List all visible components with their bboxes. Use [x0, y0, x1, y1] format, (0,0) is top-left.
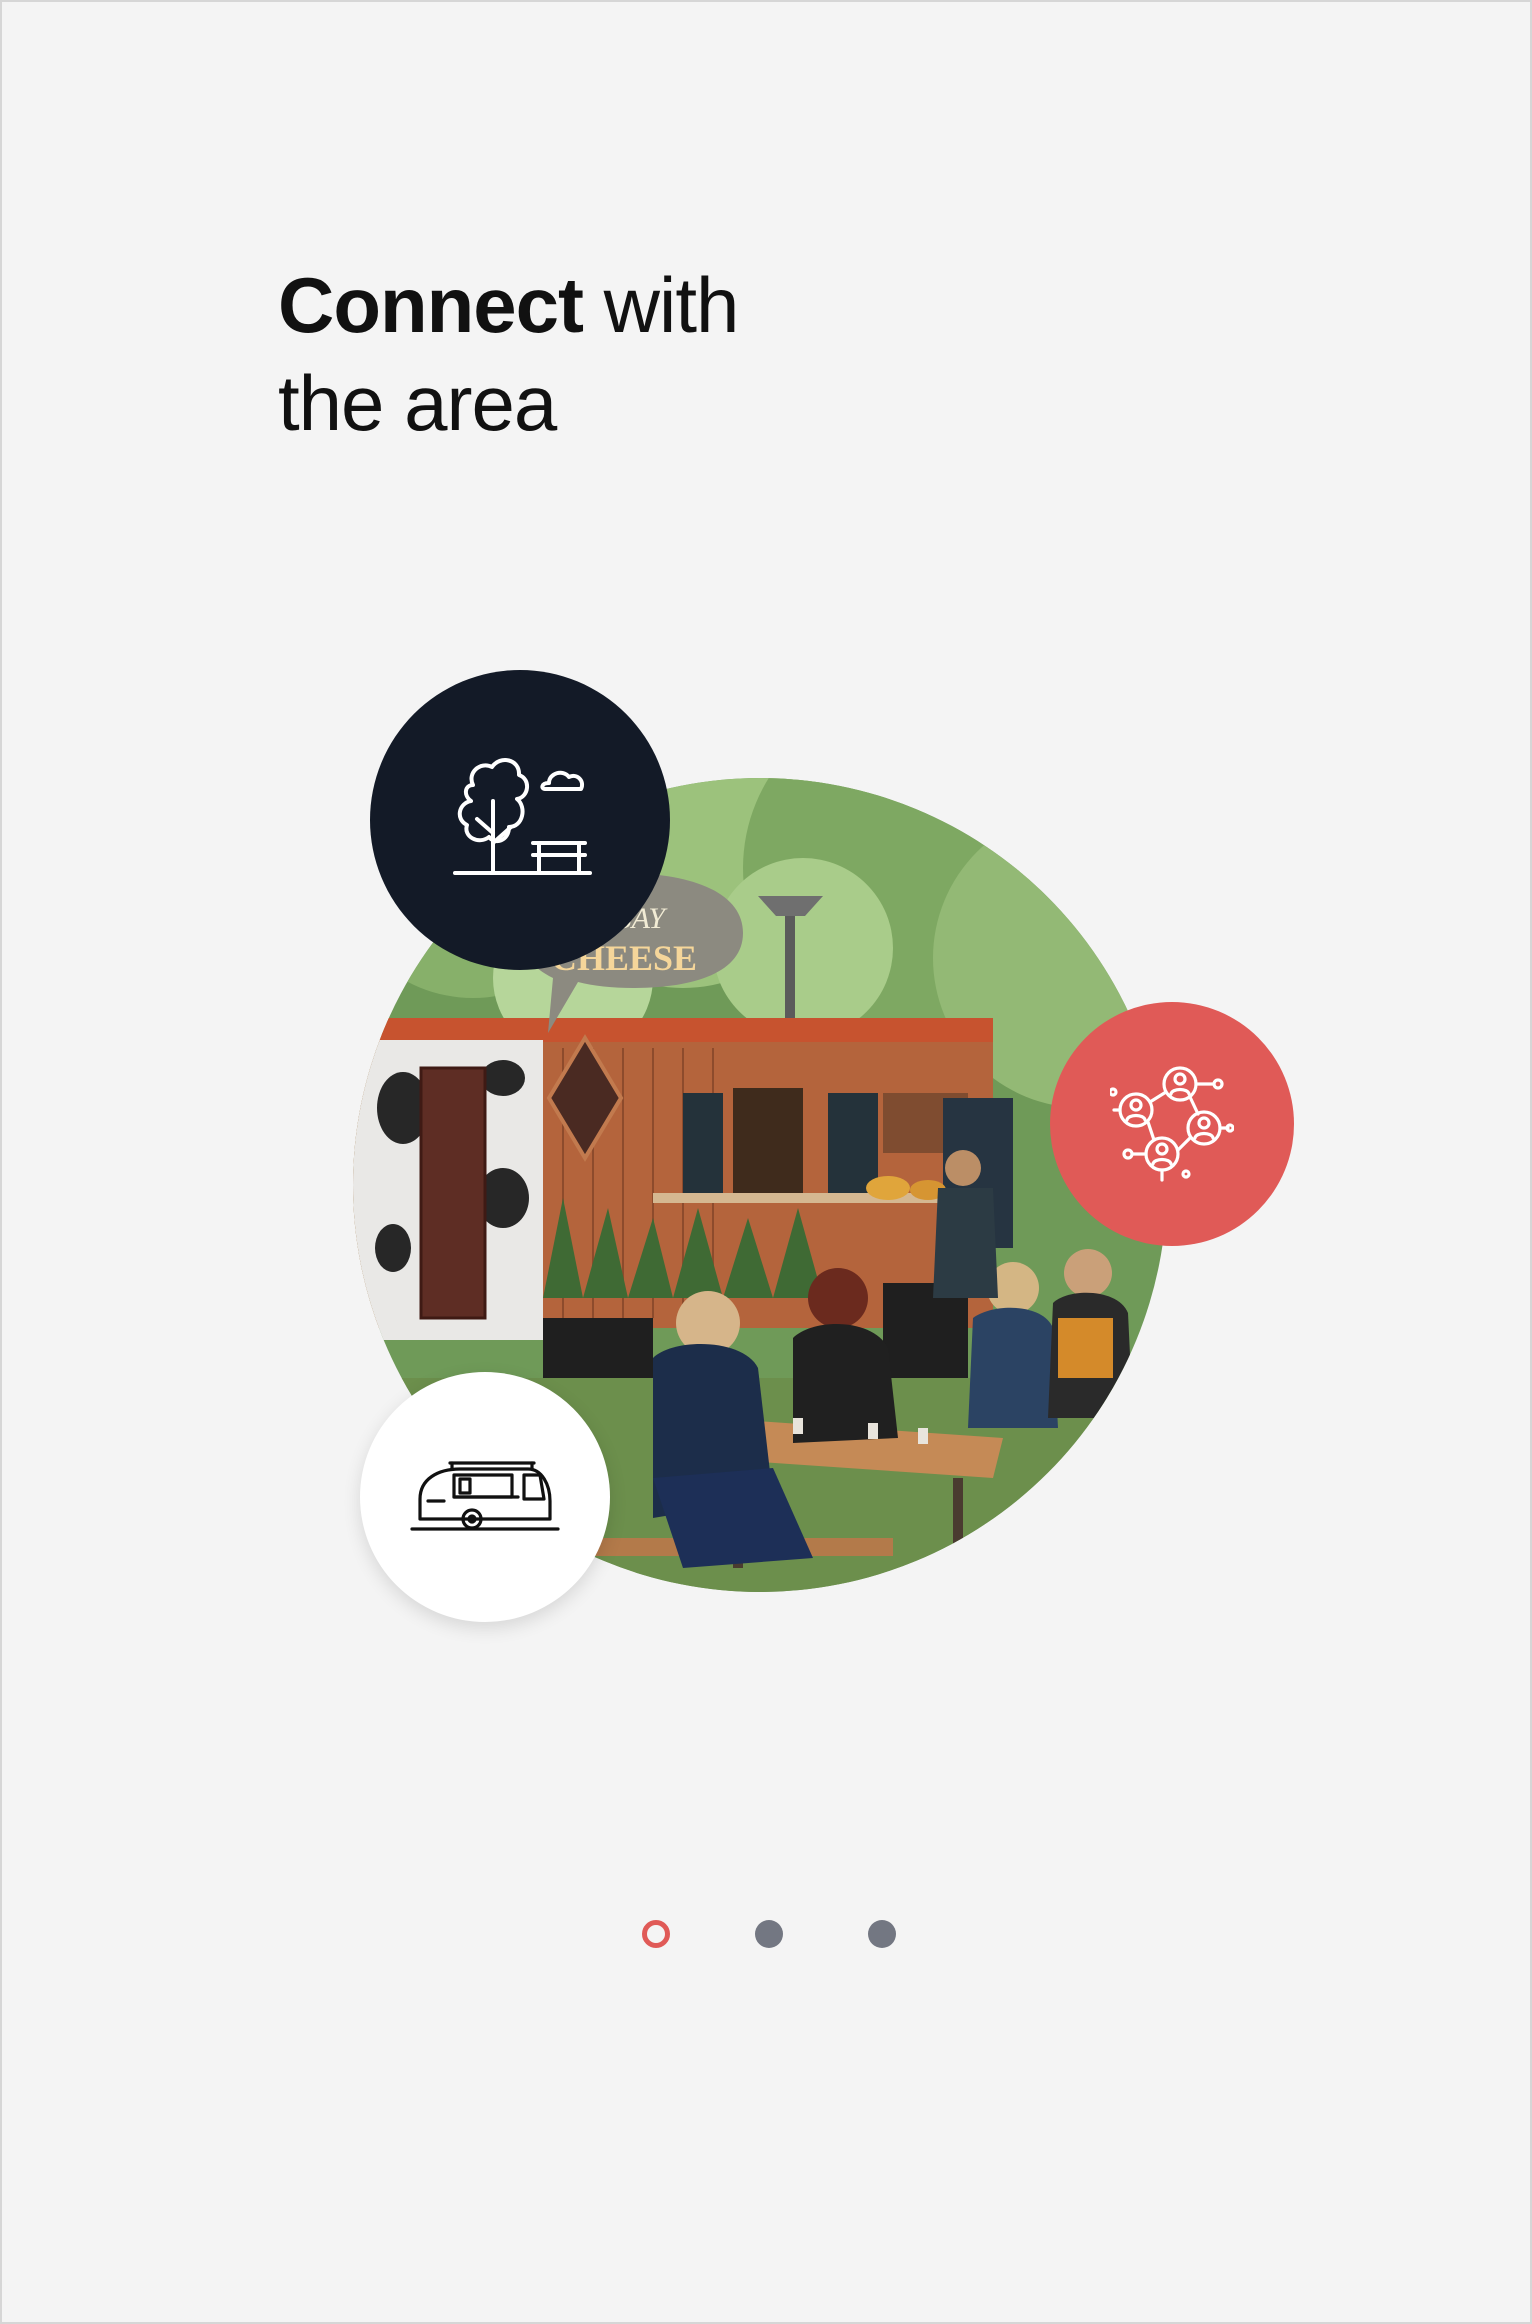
network-icon	[1110, 1066, 1234, 1182]
pager-dot-3[interactable]	[868, 1920, 896, 1948]
title-bold: Connect	[278, 261, 584, 349]
food-truck-bubble	[360, 1372, 610, 1622]
page-title: Connect with the area	[278, 256, 740, 452]
title-rest: with	[583, 261, 740, 349]
network-bubble	[1050, 1002, 1294, 1246]
park-bubble	[370, 670, 670, 970]
pager-dot-2[interactable]	[755, 1920, 783, 1948]
pager-dots	[2, 1920, 1532, 1950]
title-line-1: Connect with	[278, 256, 740, 354]
pager-dot-1-active[interactable]	[642, 1920, 670, 1948]
food-truck-icon	[410, 1461, 560, 1531]
onboarding-screen: Connect with the area CHEESE	[0, 0, 1532, 2324]
title-line-2: the area	[278, 359, 557, 447]
park-icon	[453, 758, 592, 875]
